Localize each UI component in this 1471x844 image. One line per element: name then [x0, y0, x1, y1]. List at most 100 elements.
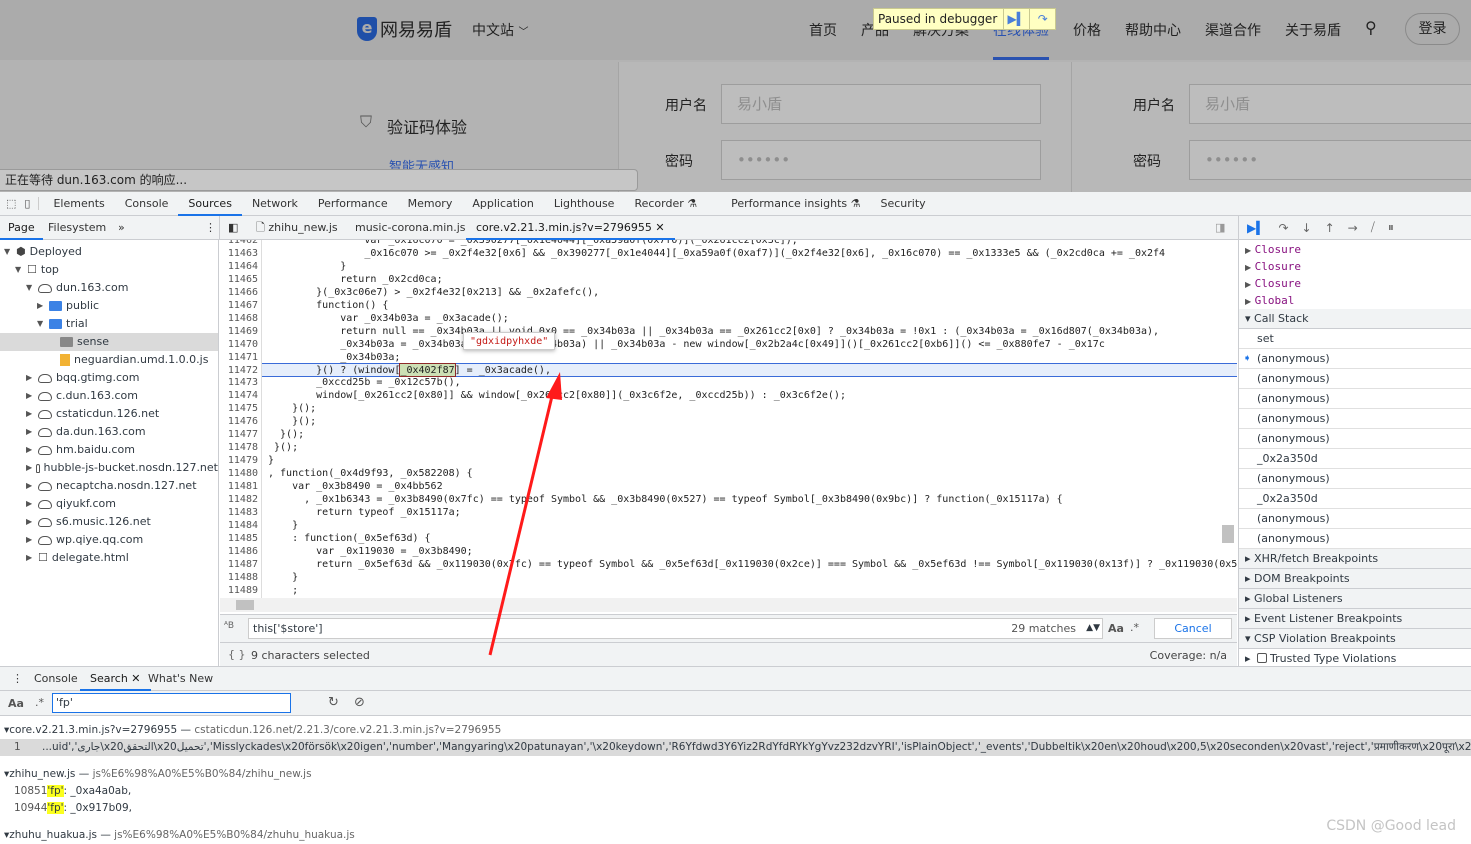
username-input[interactable]: 易小盾: [721, 84, 1041, 124]
line-number[interactable]: 11473: [220, 376, 258, 389]
line-number[interactable]: 11465: [220, 273, 258, 286]
call-stack-header[interactable]: ▾ Call Stack: [1239, 309, 1471, 329]
line-number[interactable]: 11477: [220, 428, 258, 441]
tab-security[interactable]: Security: [870, 192, 935, 216]
line-number[interactable]: 11487: [220, 558, 258, 571]
resume-icon[interactable]: ▶▍: [1003, 9, 1029, 29]
line-number[interactable]: 11470: [220, 338, 258, 351]
collapsed-arrow-icon[interactable]: ▶: [26, 531, 34, 549]
tree-item[interactable]: ▶ public: [0, 297, 218, 315]
search-input[interactable]: 'fp': [52, 693, 291, 713]
tree-item[interactable]: ▶ c.dun.163.com: [0, 387, 218, 405]
step-out-icon[interactable]: ↑: [1325, 221, 1335, 235]
line-number[interactable]: 11462: [220, 240, 258, 247]
call-frame[interactable]: set: [1239, 329, 1471, 349]
cancel-button[interactable]: Cancel: [1154, 618, 1232, 639]
call-frame[interactable]: (anonymous): [1239, 529, 1471, 549]
clear-icon[interactable]: ⊘: [354, 695, 365, 710]
tree-item[interactable]: neguardian.umd.1.0.0.js: [0, 351, 218, 369]
expanded-arrow-icon[interactable]: ▼: [37, 315, 45, 333]
nav-about[interactable]: 关于易盾: [1285, 20, 1341, 40]
tree-item[interactable]: ▶ hubble-js-bucket.nosdn.127.net: [0, 459, 218, 477]
tree-item[interactable]: sense: [0, 333, 218, 351]
pretty-print-icon[interactable]: { }: [228, 648, 246, 661]
file-tab-zhihu-new[interactable]: 🗋 zhihu_new.js: [250, 216, 344, 240]
regex-button[interactable]: .*: [1130, 621, 1139, 634]
step-icon[interactable]: →: [1348, 221, 1358, 235]
result-line[interactable]: 10851'fp': _0xa4a0ab,: [0, 783, 1471, 800]
line-number[interactable]: 11475: [220, 402, 258, 415]
line-number[interactable]: 11489: [220, 584, 258, 597]
line-number[interactable]: 11488: [220, 571, 258, 584]
tab-recorder[interactable]: Recorder ⚗: [624, 192, 707, 216]
call-frame[interactable]: (anonymous): [1239, 429, 1471, 449]
result-line[interactable]: 1 ...uid','جارى\x20التحقق\x20تحميل','Miss…: [0, 739, 1471, 756]
nav-pricing[interactable]: 价格: [1073, 20, 1101, 40]
line-number[interactable]: 11463: [220, 247, 258, 260]
tree-item[interactable]: ▼ ⬢ Deployed: [0, 243, 218, 261]
collapsed-arrow-icon[interactable]: ▶: [26, 495, 34, 513]
call-frame[interactable]: (anonymous): [1239, 369, 1471, 389]
drawer-tab-console[interactable]: Console: [24, 667, 88, 691]
line-number[interactable]: 11469: [220, 325, 258, 338]
search-icon[interactable]: ⚲: [1365, 18, 1377, 37]
file-tab-music-corona[interactable]: music-corona.min.js: [345, 216, 476, 240]
result-file-header[interactable]: ▾core.v2.21.3.min.js?v=2796955 — cstatic…: [0, 722, 1471, 739]
expanded-arrow-icon[interactable]: ▼: [26, 279, 34, 297]
call-frame[interactable]: (anonymous): [1239, 469, 1471, 489]
expanded-arrow-icon[interactable]: ▼: [4, 243, 12, 261]
collapsed-arrow-icon[interactable]: ▶: [26, 423, 34, 441]
line-number[interactable]: 11481: [220, 480, 258, 493]
tab-application[interactable]: Application: [462, 192, 543, 216]
line-number[interactable]: 11478: [220, 441, 258, 454]
nav-home[interactable]: 首页: [809, 20, 837, 40]
line-number[interactable]: 11472: [220, 364, 258, 377]
call-frame[interactable]: (anonymous): [1239, 409, 1471, 429]
call-frame[interactable]: _0x2a350d: [1239, 489, 1471, 509]
line-number[interactable]: 11484: [220, 519, 258, 532]
nav-channel[interactable]: 渠道合作: [1205, 20, 1261, 40]
tab-sources[interactable]: Sources: [178, 192, 242, 216]
brand-logo[interactable]: e 网易易盾: [357, 16, 452, 42]
tab-filesystem[interactable]: Filesystem: [40, 216, 114, 240]
tree-item[interactable]: ▶ s6.music.126.net: [0, 513, 218, 531]
scope-item[interactable]: ▶ Closure: [1239, 258, 1471, 275]
find-input[interactable]: this['$store'] 29 matches ▲▼: [248, 618, 1103, 639]
expanded-arrow-icon[interactable]: ▼: [15, 261, 23, 279]
replace-toggle-icon[interactable]: ᴬB: [224, 621, 234, 631]
step-over-icon[interactable]: ↷: [1278, 221, 1288, 235]
checkbox[interactable]: [1257, 653, 1268, 663]
tree-item[interactable]: ▼ ☐ top: [0, 261, 218, 279]
scope-item[interactable]: ▶ Global: [1239, 292, 1471, 309]
device-toggle-icon[interactable]: ▯: [22, 197, 40, 210]
dom-breakpoints-section[interactable]: ▸ DOM Breakpoints: [1239, 569, 1471, 589]
line-number[interactable]: 11479: [220, 454, 258, 467]
regex-button[interactable]: .*: [35, 696, 44, 709]
global-listeners-section[interactable]: ▸ Global Listeners: [1239, 589, 1471, 609]
line-number[interactable]: 11466: [220, 286, 258, 299]
username-input-2[interactable]: 易小盾: [1189, 84, 1471, 124]
line-number[interactable]: 11464: [220, 260, 258, 273]
result-file-header[interactable]: ▾zhihu_new.js — js%E6%98%A0%E5%B0%84/zhi…: [0, 766, 1471, 783]
tree-item[interactable]: ▶ qiyukf.com: [0, 495, 218, 513]
tab-network[interactable]: Network: [242, 192, 308, 216]
toggle-debugger-icon[interactable]: ◨: [1205, 216, 1235, 240]
tab-performance-insights[interactable]: Performance insights ⚗: [721, 192, 870, 216]
event-listener-breakpoints-section[interactable]: ▸ Event Listener Breakpoints: [1239, 609, 1471, 629]
pause-on-exceptions-icon[interactable]: ⏸: [1388, 220, 1394, 235]
call-frame[interactable]: (anonymous): [1239, 509, 1471, 529]
line-number[interactable]: 11486: [220, 545, 258, 558]
call-frame[interactable]: ➧ (anonymous): [1239, 349, 1471, 369]
tree-item[interactable]: ▶ cstaticdun.126.net: [0, 405, 218, 423]
close-icon[interactable]: ✕: [655, 221, 664, 234]
tab-page[interactable]: Page: [0, 216, 43, 240]
line-number[interactable]: 11476: [220, 415, 258, 428]
drawer-tab-whats-new[interactable]: What's New: [138, 667, 223, 691]
collapsed-arrow-icon[interactable]: ▶: [26, 441, 34, 459]
tree-item[interactable]: ▶ bqq.gtimg.com: [0, 369, 218, 387]
login-button[interactable]: 登录: [1405, 13, 1460, 45]
toggle-navigator-icon[interactable]: ◧: [222, 216, 244, 240]
resume-icon[interactable]: ▶▍: [1247, 221, 1265, 235]
line-number[interactable]: 11485: [220, 532, 258, 545]
collapsed-arrow-icon[interactable]: ▶: [26, 549, 34, 567]
